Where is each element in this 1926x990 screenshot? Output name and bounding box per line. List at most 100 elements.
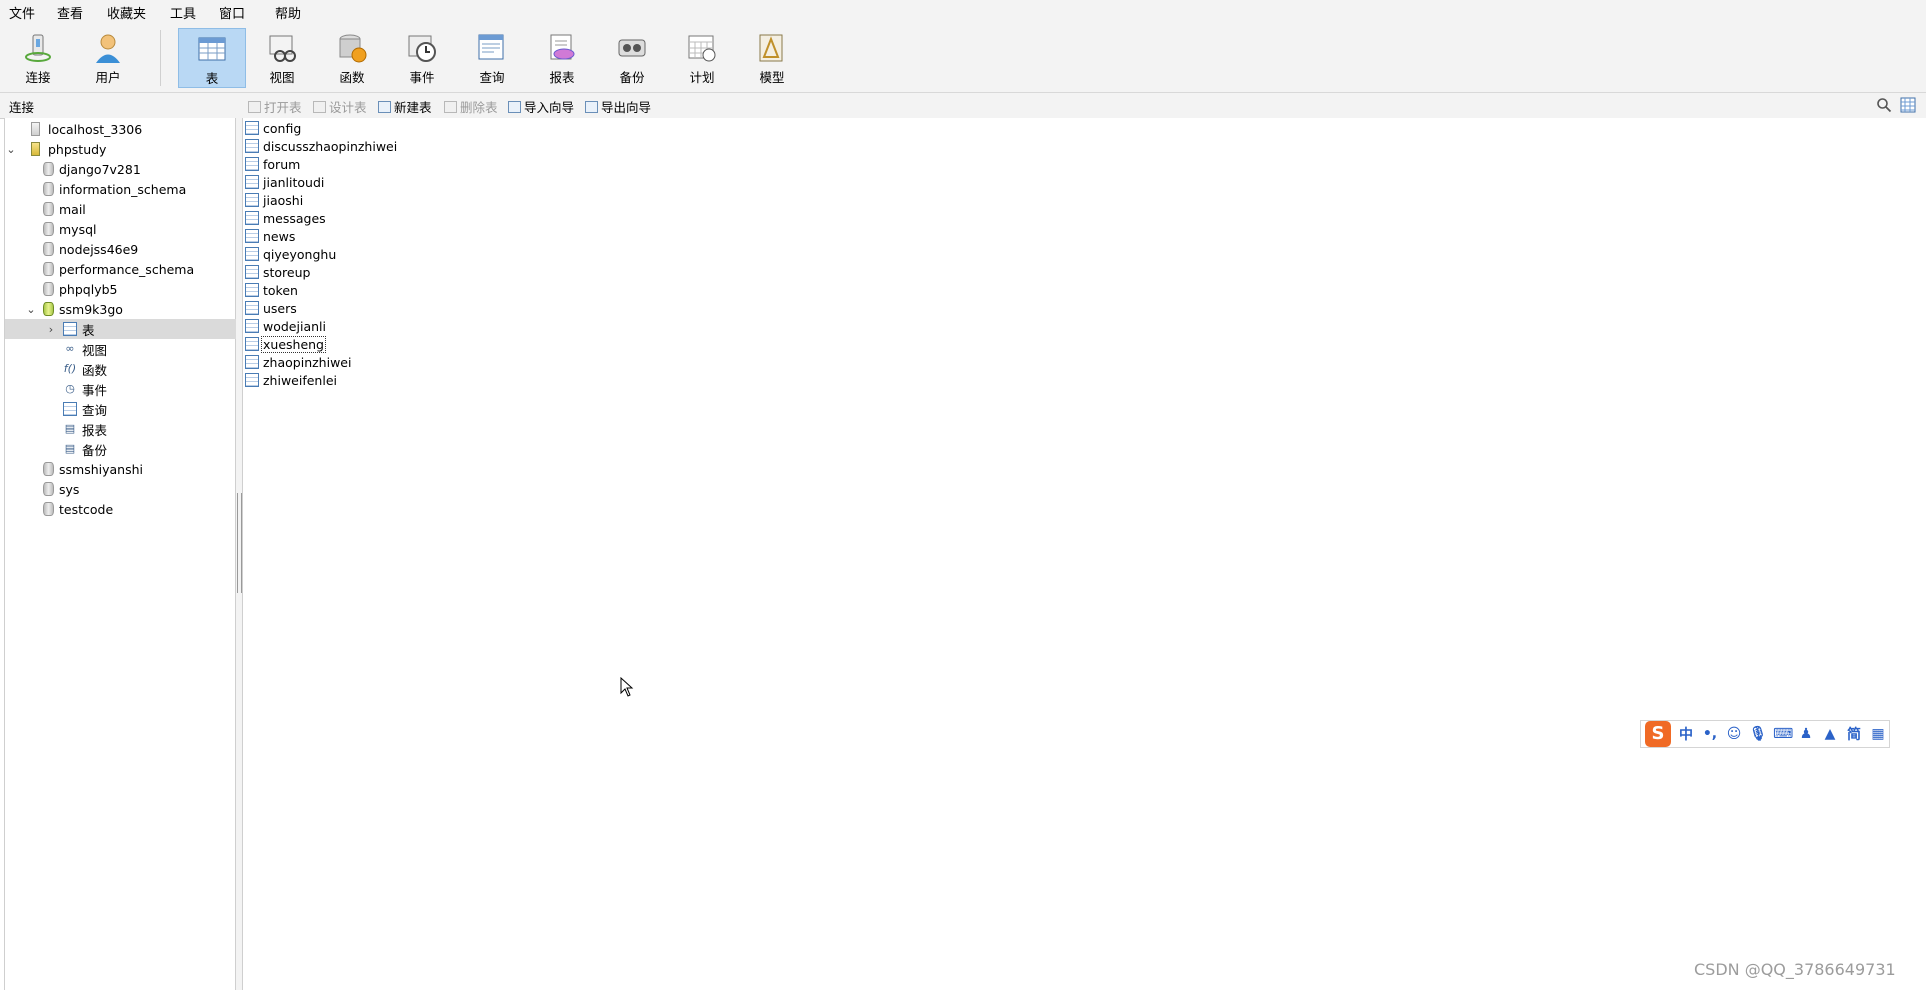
tree-db-information-schema[interactable]: information_schema <box>5 179 273 199</box>
export-wizard-button[interactable]: 导出向导 <box>585 97 651 116</box>
toolbar-function-button[interactable]: 函数 <box>318 28 386 88</box>
toolbar-function-label: 函数 <box>339 70 365 85</box>
tree-db-nodejss46e9[interactable]: nodejss46e9 <box>5 239 273 259</box>
tree-db-testcode[interactable]: testcode <box>5 499 273 519</box>
design-table-button[interactable]: 设计表 <box>313 97 367 116</box>
toolbar-model-button[interactable]: 模型 <box>738 28 806 88</box>
skin-icon[interactable]: ▲ <box>1821 726 1839 742</box>
apps-grid-icon[interactable]: ▦ <box>1869 726 1887 742</box>
list-item[interactable]: storeup <box>245 263 311 281</box>
list-item[interactable]: forum <box>245 155 301 173</box>
toolbar-view-button[interactable]: 视图 <box>248 28 316 88</box>
delete-table-button[interactable]: 删除表 <box>444 97 498 116</box>
database-icon <box>43 282 54 296</box>
open-table-button[interactable]: 打开表 <box>248 97 302 116</box>
toolbar-event-button[interactable]: 事件 <box>388 28 456 88</box>
function-icon <box>339 34 367 63</box>
toolbar-backup-button[interactable]: 备份 <box>598 28 666 88</box>
tree-label: 表 <box>82 322 95 338</box>
list-item[interactable]: jianlitoudi <box>245 173 325 191</box>
emoji-icon[interactable]: ☺ <box>1725 726 1743 742</box>
toolbar-schedule-label: 计划 <box>689 70 715 85</box>
menu-tools[interactable]: 工具 <box>170 3 196 22</box>
table-icon <box>245 319 259 333</box>
toolbar-connect-button[interactable]: 连接 <box>4 28 72 88</box>
import-wizard-button[interactable]: 导入向导 <box>508 97 574 116</box>
tree-server-localhost[interactable]: localhost_3306 <box>5 119 235 139</box>
database-icon <box>43 262 54 276</box>
toolbar-backup-label: 备份 <box>619 70 645 85</box>
view-icon: ∞ <box>65 342 75 355</box>
toolbar-table-label: 表 <box>205 71 219 86</box>
tree-label: django7v281 <box>59 161 141 177</box>
list-item[interactable]: news <box>245 227 296 245</box>
new-table-button[interactable]: 新建表 <box>378 97 432 116</box>
menu-help[interactable]: 帮助 <box>275 3 301 22</box>
ime-mode-toggle[interactable]: 中 <box>1677 724 1695 744</box>
search-icon[interactable] <box>1876 97 1892 113</box>
list-item[interactable]: discusszhaopinzhiwei <box>245 137 398 155</box>
tree-db-ssmshiyanshi[interactable]: ssmshiyanshi <box>5 459 273 479</box>
table-name: wodejianli <box>263 318 326 334</box>
list-item[interactable]: messages <box>245 209 327 227</box>
tree-db-performance-schema[interactable]: performance_schema <box>5 259 273 279</box>
table-icon <box>245 211 259 225</box>
database-icon <box>43 202 54 216</box>
list-item[interactable]: zhaopinzhiwei <box>245 353 352 371</box>
tree-db-mail[interactable]: mail <box>5 199 273 219</box>
table-name: messages <box>263 210 326 226</box>
tree-db-sys[interactable]: sys <box>5 479 273 499</box>
sogou-logo-icon[interactable]: S <box>1645 721 1671 747</box>
backup-icon <box>618 39 646 57</box>
user-icon[interactable]: ♟ <box>1797 726 1815 742</box>
database-open-icon <box>43 302 54 316</box>
list-item-focused[interactable]: xuesheng <box>245 335 326 353</box>
list-item[interactable]: wodejianli <box>245 317 327 335</box>
list-item[interactable]: config <box>245 119 302 137</box>
table-icon <box>245 139 259 153</box>
grid-view-icon[interactable] <box>1900 97 1916 113</box>
tree-db-mysql[interactable]: mysql <box>5 219 273 239</box>
watermark: CSDN @QQ_3786649731 <box>1694 960 1896 979</box>
list-item[interactable]: qiyeyonghu <box>245 245 337 263</box>
ime-simplified-toggle[interactable]: 简 <box>1845 724 1863 744</box>
tree-db-phpqlyb5[interactable]: phpqlyb5 <box>5 279 273 299</box>
list-item[interactable]: jiaoshi <box>245 191 304 209</box>
toolbar-schedule-button[interactable]: 计划 <box>668 28 736 88</box>
tree-node-tables[interactable]: › 表 <box>5 319 275 339</box>
schedule-icon <box>688 35 716 62</box>
chevron-down-icon[interactable]: ⌄ <box>25 303 37 316</box>
report-icon <box>550 34 575 60</box>
ime-punctuation-toggle[interactable]: •, <box>1701 726 1719 742</box>
menu-window[interactable]: 窗口 <box>219 3 245 22</box>
list-item[interactable]: users <box>245 299 298 317</box>
menu-favorites[interactable]: 收藏夹 <box>107 3 146 22</box>
tree-db-django7v281[interactable]: django7v281 <box>5 159 273 179</box>
table-icon <box>245 373 259 387</box>
menu-view[interactable]: 查看 <box>57 3 83 22</box>
menu-file[interactable]: 文件 <box>9 3 35 22</box>
function-icon: f() <box>63 362 77 375</box>
model-icon <box>759 34 783 62</box>
toolbar-report-button[interactable]: 报表 <box>528 28 596 88</box>
microphone-icon[interactable]: 🎙 <box>1749 726 1767 742</box>
database-icon <box>43 162 54 176</box>
list-item[interactable]: token <box>245 281 299 299</box>
list-item[interactable]: zhiweifenlei <box>245 371 338 389</box>
tree-label: 函数 <box>82 362 108 378</box>
table-name: xuesheng <box>261 335 326 353</box>
chevron-right-icon[interactable]: › <box>45 323 57 336</box>
tree-db-ssm9k3go[interactable]: ⌄ ssm9k3go <box>5 299 255 319</box>
table-icon <box>245 355 259 369</box>
tree-label: sys <box>59 481 80 497</box>
toolbar-query-button[interactable]: 查询 <box>458 28 526 88</box>
export-wizard-icon <box>585 100 598 113</box>
toolbar-user-button[interactable]: 用户 <box>74 28 142 88</box>
table-name: users <box>263 300 297 316</box>
toolbar-table-button[interactable]: 表 <box>178 28 246 88</box>
tree-server-phpstudy[interactable]: ⌄ phpstudy <box>5 139 235 159</box>
chevron-down-icon[interactable]: ⌄ <box>5 143 17 156</box>
table-list: config discusszhaopinzhiwei forum jianli… <box>242 118 1926 990</box>
keyboard-icon[interactable]: ⌨ <box>1773 726 1793 742</box>
event-icon: ◷ <box>65 382 75 395</box>
